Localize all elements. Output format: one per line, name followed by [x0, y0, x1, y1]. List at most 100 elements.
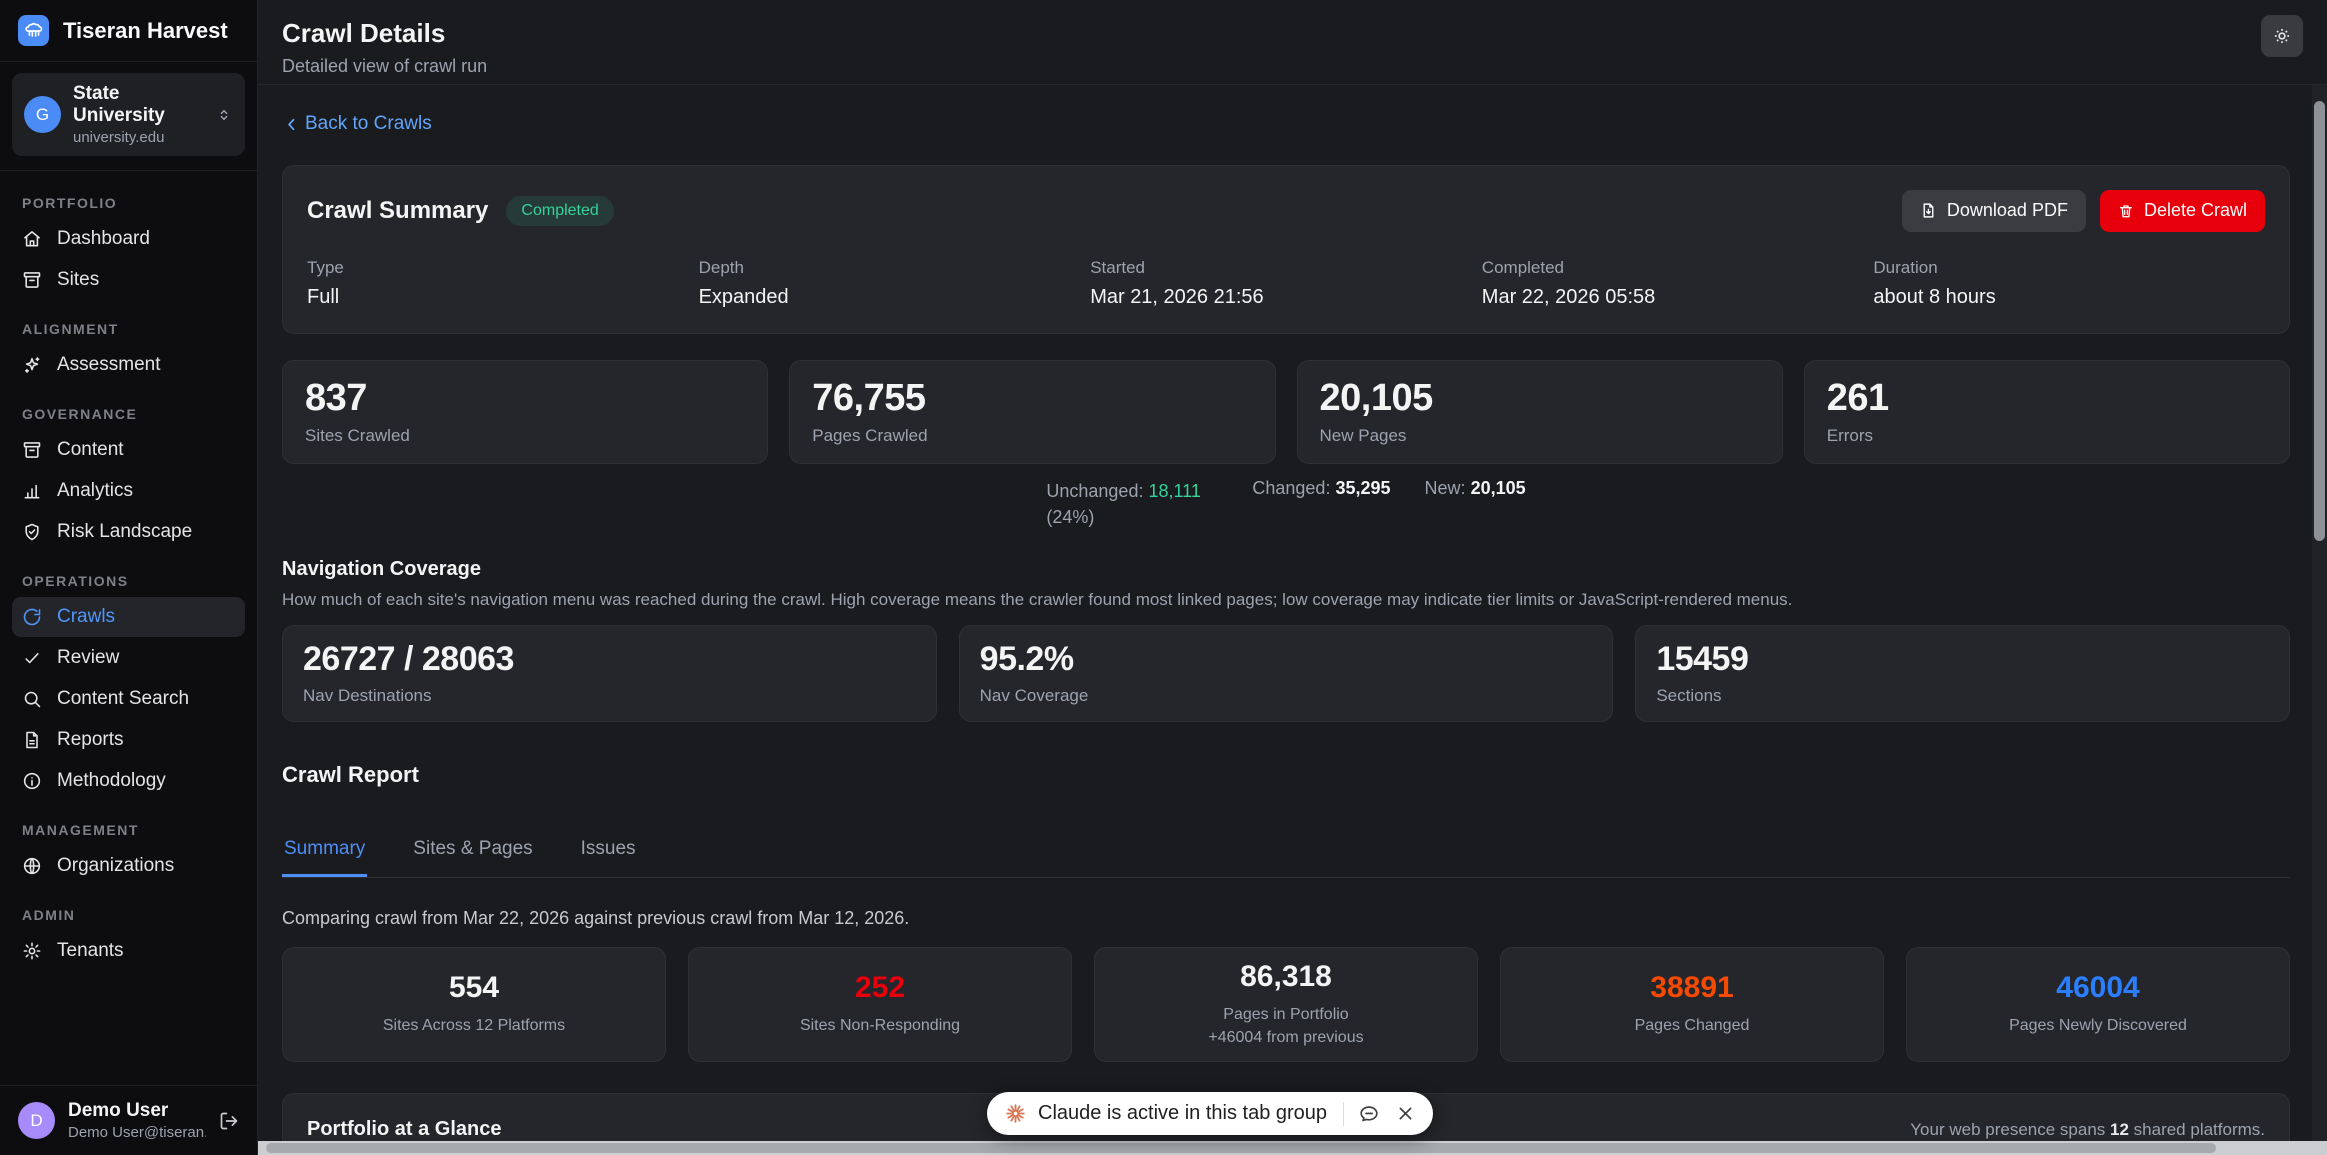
- horizontal-scrollbar-thumb[interactable]: [266, 1143, 2216, 1153]
- sparkles-icon: [22, 355, 42, 375]
- comparison-card-label: Pages Newly Discovered: [2009, 1015, 2187, 1037]
- nav-card-label: Nav Destinations: [303, 686, 916, 706]
- back-to-crawls-link[interactable]: Back to Crawls: [282, 113, 432, 135]
- crawl-stats-row: 837Sites Crawled 76,755 Pages Crawled 20,10…: [282, 360, 2290, 464]
- summary-field-value: Mar 22, 2026 05:58: [1482, 286, 1874, 309]
- sidebar-item-assessment[interactable]: Assessment: [0, 345, 257, 385]
- download-icon: [1920, 202, 1937, 219]
- tab-issues[interactable]: Issues: [579, 830, 638, 877]
- vertical-scrollbar[interactable]: [2312, 85, 2327, 1141]
- tab-summary[interactable]: Summary: [282, 830, 367, 877]
- stat-label: Pages Crawled: [812, 426, 1252, 446]
- bar-chart-icon: [22, 481, 42, 501]
- org-name: State University: [73, 83, 203, 127]
- sidebar-item-tenants[interactable]: Tenants: [0, 931, 257, 971]
- trash-icon: [2118, 203, 2134, 219]
- gear-icon: [22, 941, 42, 961]
- sidebar: Tiseran Harvest G State University unive…: [0, 0, 258, 1155]
- stat-card: 837Sites Crawled: [282, 360, 768, 464]
- sidebar-item-content[interactable]: Content: [0, 430, 257, 470]
- vertical-scrollbar-thumb[interactable]: [2314, 101, 2325, 541]
- nav-coverage-cards: 26727 / 28063 Nav Destinations 95.2% Nav Co…: [282, 625, 2290, 722]
- chevron-left-icon: [282, 115, 301, 134]
- portfolio-note: Your web presence spans 12 shared platfo…: [1910, 1120, 2265, 1140]
- summary-field: DepthExpanded: [699, 258, 1091, 309]
- main: Crawl Details Detailed view of crawl run: [258, 0, 2327, 1155]
- org-selector[interactable]: G State University university.edu: [12, 73, 245, 156]
- sidebar-section-label: ALIGNMENT: [0, 301, 257, 345]
- report-tabs: Summary Sites & Pages Issues: [282, 830, 2290, 878]
- sidebar-item-sites[interactable]: Sites: [0, 260, 257, 300]
- org-domain: university.edu: [73, 129, 203, 146]
- nav-card-label: Nav Coverage: [980, 686, 1593, 706]
- sidebar-item-label: Tenants: [57, 940, 124, 962]
- sidebar-item-label: Sites: [57, 269, 99, 291]
- sidebar-item-label: Methodology: [57, 770, 166, 792]
- stat-value: 76,755: [812, 377, 1252, 420]
- summary-field: CompletedMar 22, 2026 05:58: [1482, 258, 1874, 309]
- feedback-bubble-icon[interactable]: [1356, 1101, 1382, 1127]
- comparison-card-value: 46004: [2056, 971, 2139, 1005]
- org-selector-wrap: G State University university.edu: [0, 62, 257, 171]
- sidebar-item-label: Crawls: [57, 606, 115, 628]
- claude-toast: Claude is active in this tab group: [987, 1092, 1433, 1135]
- sidebar-item-risk-landscape[interactable]: Risk Landscape: [0, 512, 257, 552]
- page-subtitle: Detailed view of crawl run: [282, 56, 2303, 77]
- sidebar-item-organizations[interactable]: Organizations: [0, 846, 257, 886]
- sidebar-item-label: Dashboard: [57, 228, 150, 250]
- nav-coverage-card: 15459Sections: [1635, 625, 2290, 722]
- user-avatar: D: [18, 1102, 55, 1139]
- sidebar-item-review[interactable]: Review: [0, 638, 257, 678]
- toast-message: Claude is active in this tab group: [1038, 1102, 1327, 1125]
- comparison-card-label: Sites Across 12 Platforms: [383, 1015, 565, 1037]
- summary-field: StartedMar 21, 2026 21:56: [1090, 258, 1482, 309]
- changed-stat: Changed: 35,295: [1252, 478, 1390, 530]
- sidebar-item-analytics[interactable]: Analytics: [0, 471, 257, 511]
- nav-coverage-description: How much of each site's navigation menu …: [282, 590, 2290, 610]
- stat-card: 20,105New Pages: [1297, 360, 1783, 464]
- tab-sites-pages[interactable]: Sites & Pages: [411, 830, 534, 877]
- delete-crawl-button[interactable]: Delete Crawl: [2100, 190, 2265, 232]
- sidebar-item-reports[interactable]: Reports: [0, 720, 257, 760]
- status-badge: Completed: [506, 196, 613, 226]
- summary-field-value: about 8 hours: [1873, 286, 2265, 309]
- toast-divider: [1343, 1102, 1344, 1126]
- user-name: Demo User: [68, 1100, 206, 1122]
- download-pdf-button[interactable]: Download PDF: [1902, 190, 2086, 232]
- download-pdf-label: Download PDF: [1947, 200, 2068, 221]
- sidebar-nav: PORTFOLIODashboardSitesALIGNMENTAssessme…: [0, 171, 257, 1085]
- toast-close-icon[interactable]: [1394, 1102, 1417, 1125]
- theme-toggle-button[interactable]: [2261, 15, 2303, 57]
- refresh-icon: [22, 607, 42, 627]
- summary-field: Durationabout 8 hours: [1873, 258, 2265, 309]
- comparison-card: 46004 Pages Newly Discovered: [1906, 947, 2290, 1062]
- claude-starburst-icon: [1005, 1103, 1026, 1124]
- sidebar-item-methodology[interactable]: Methodology: [0, 761, 257, 801]
- logout-icon[interactable]: [219, 1111, 239, 1131]
- user-text: Demo User Demo User@tiseran.c...: [68, 1100, 206, 1141]
- new-stat: New: 20,105: [1425, 478, 1526, 530]
- summary-actions: Download PDF Delete Crawl: [1902, 190, 2265, 232]
- sidebar-item-label: Assessment: [57, 354, 160, 376]
- compare-note: Comparing crawl from Mar 22, 2026 agains…: [282, 908, 2290, 929]
- crawl-report-title: Crawl Report: [282, 762, 2290, 788]
- sidebar-item-dashboard[interactable]: Dashboard: [0, 219, 257, 259]
- summary-fields: TypeFullDepthExpandedStartedMar 21, 2026…: [307, 258, 2265, 309]
- nav-card-label: Sections: [1656, 686, 2269, 706]
- horizontal-scrollbar[interactable]: [258, 1141, 2327, 1155]
- nav-card-value: 26727 / 28063: [303, 640, 916, 679]
- sun-icon: [2272, 26, 2292, 46]
- sidebar-item-crawls[interactable]: Crawls: [12, 597, 245, 637]
- nav-card-value: 95.2%: [980, 640, 1593, 679]
- sidebar-item-content-search[interactable]: Content Search: [0, 679, 257, 719]
- stat-card: 261Errors: [1804, 360, 2290, 464]
- portfolio-title: Portfolio at a Glance: [307, 1118, 501, 1141]
- comparison-card-sublabel: +46004 from previous: [1208, 1027, 1363, 1049]
- sidebar-section-label: ADMIN: [0, 887, 257, 931]
- nav-coverage-card: 26727 / 28063 Nav Destinations: [282, 625, 937, 722]
- stat-label: Errors: [1827, 426, 2267, 446]
- navigation-coverage-section: Navigation Coverage How much of each sit…: [282, 558, 2290, 722]
- shield-check-icon: [22, 522, 42, 542]
- comparison-card: 554Sites Across 12 Platforms: [282, 947, 666, 1062]
- user-footer: D Demo User Demo User@tiseran.c...: [0, 1085, 257, 1155]
